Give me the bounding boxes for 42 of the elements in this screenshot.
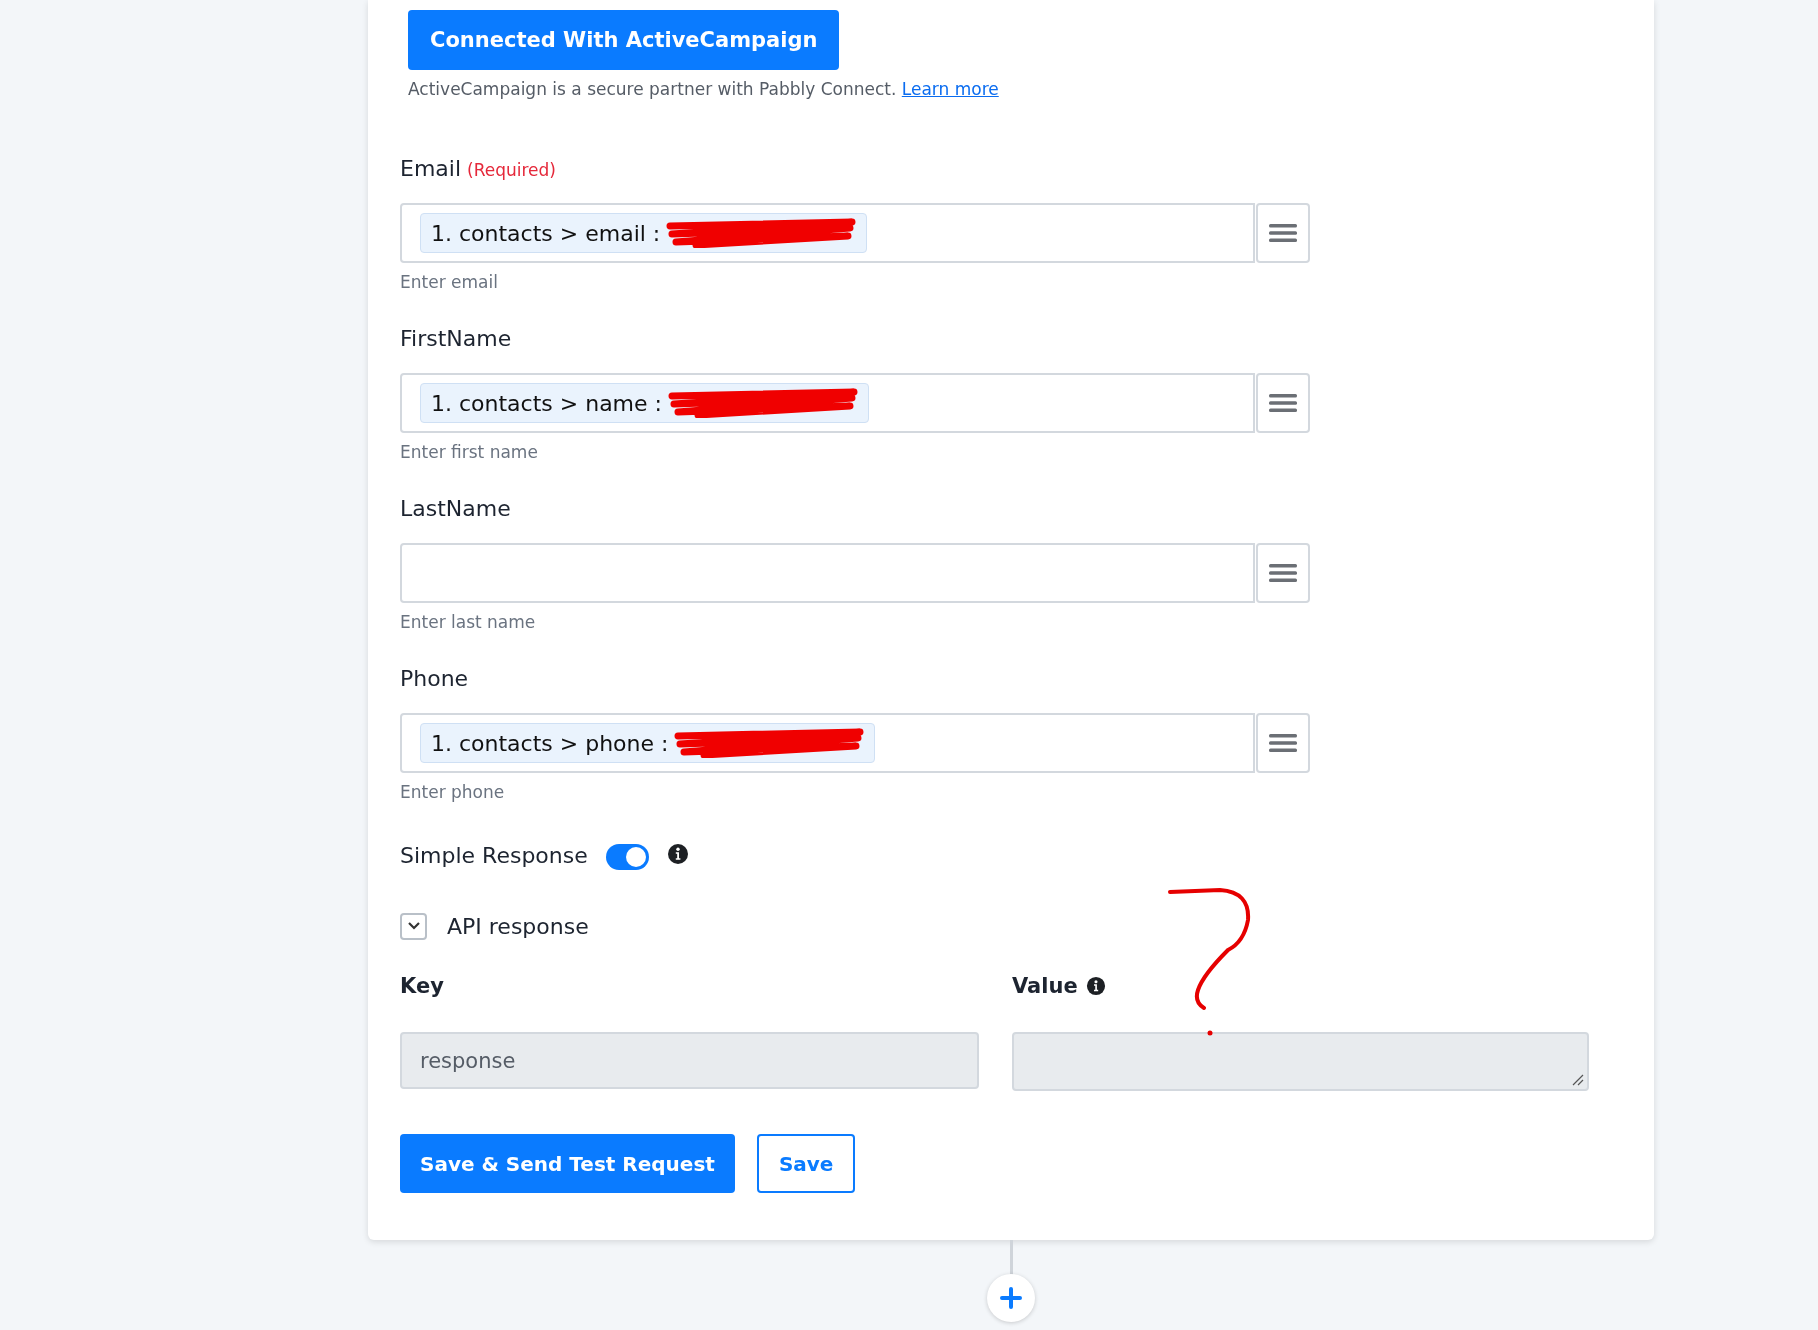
field-label: Phone [400,666,469,691]
help-text: Enter phone [400,781,506,804]
toggle-switch[interactable] [605,844,649,870]
send-test-button[interactable]: Save & Send Test Request [400,1134,735,1193]
resize-handle-icon [1572,1074,1584,1086]
help-text: Enter first name [400,441,539,464]
collapse-toggle[interactable] [400,912,427,940]
help-text: Enter email [400,271,499,294]
section-title: API response [447,913,589,939]
connected-button[interactable]: Connected With ActiveCampaign [408,10,840,70]
menu-icon [1269,223,1297,243]
save-button[interactable]: Save [756,1134,856,1193]
token-chip: 1. contacts > phone : [420,723,876,763]
field-label: LastName [400,496,511,521]
chevron-down-icon [406,921,421,931]
partner-note: ActiveCampaign is a secure partner with Pabbly Connect. Learn more [408,78,1000,101]
value-label: Value [1012,974,1078,998]
add-step-button[interactable] [987,1274,1035,1322]
menu-button[interactable] [1256,203,1310,263]
key-input[interactable]: response [400,1032,979,1089]
input-field[interactable]: 1. contacts > name : [400,373,1255,433]
menu-icon [1269,563,1297,583]
menu-button[interactable] [1256,543,1310,603]
key-label: Key [400,974,444,998]
info-icon[interactable] [666,843,689,865]
menu-icon [1269,393,1297,413]
token-chip: 1. contacts > email : [420,213,868,253]
menu-button[interactable] [1256,373,1310,433]
input-field[interactable]: 1. contacts > phone : [400,713,1255,773]
field-label: Email [400,156,462,181]
info-icon[interactable] [1085,976,1106,996]
input-field[interactable]: 1. contacts > email : [400,203,1255,263]
toggle-label: Simple Response [400,842,588,868]
token-chip: 1. contacts > name : [420,383,869,423]
help-text: Enter last name [400,611,537,634]
learn-more-link[interactable]: Learn more [901,79,999,99]
required-note: (Required) [467,160,556,180]
menu-button[interactable] [1256,713,1310,773]
input-field[interactable] [400,543,1255,603]
menu-icon [1269,733,1297,753]
field-label: FirstName [400,326,512,351]
plus-icon [1000,1287,1022,1309]
